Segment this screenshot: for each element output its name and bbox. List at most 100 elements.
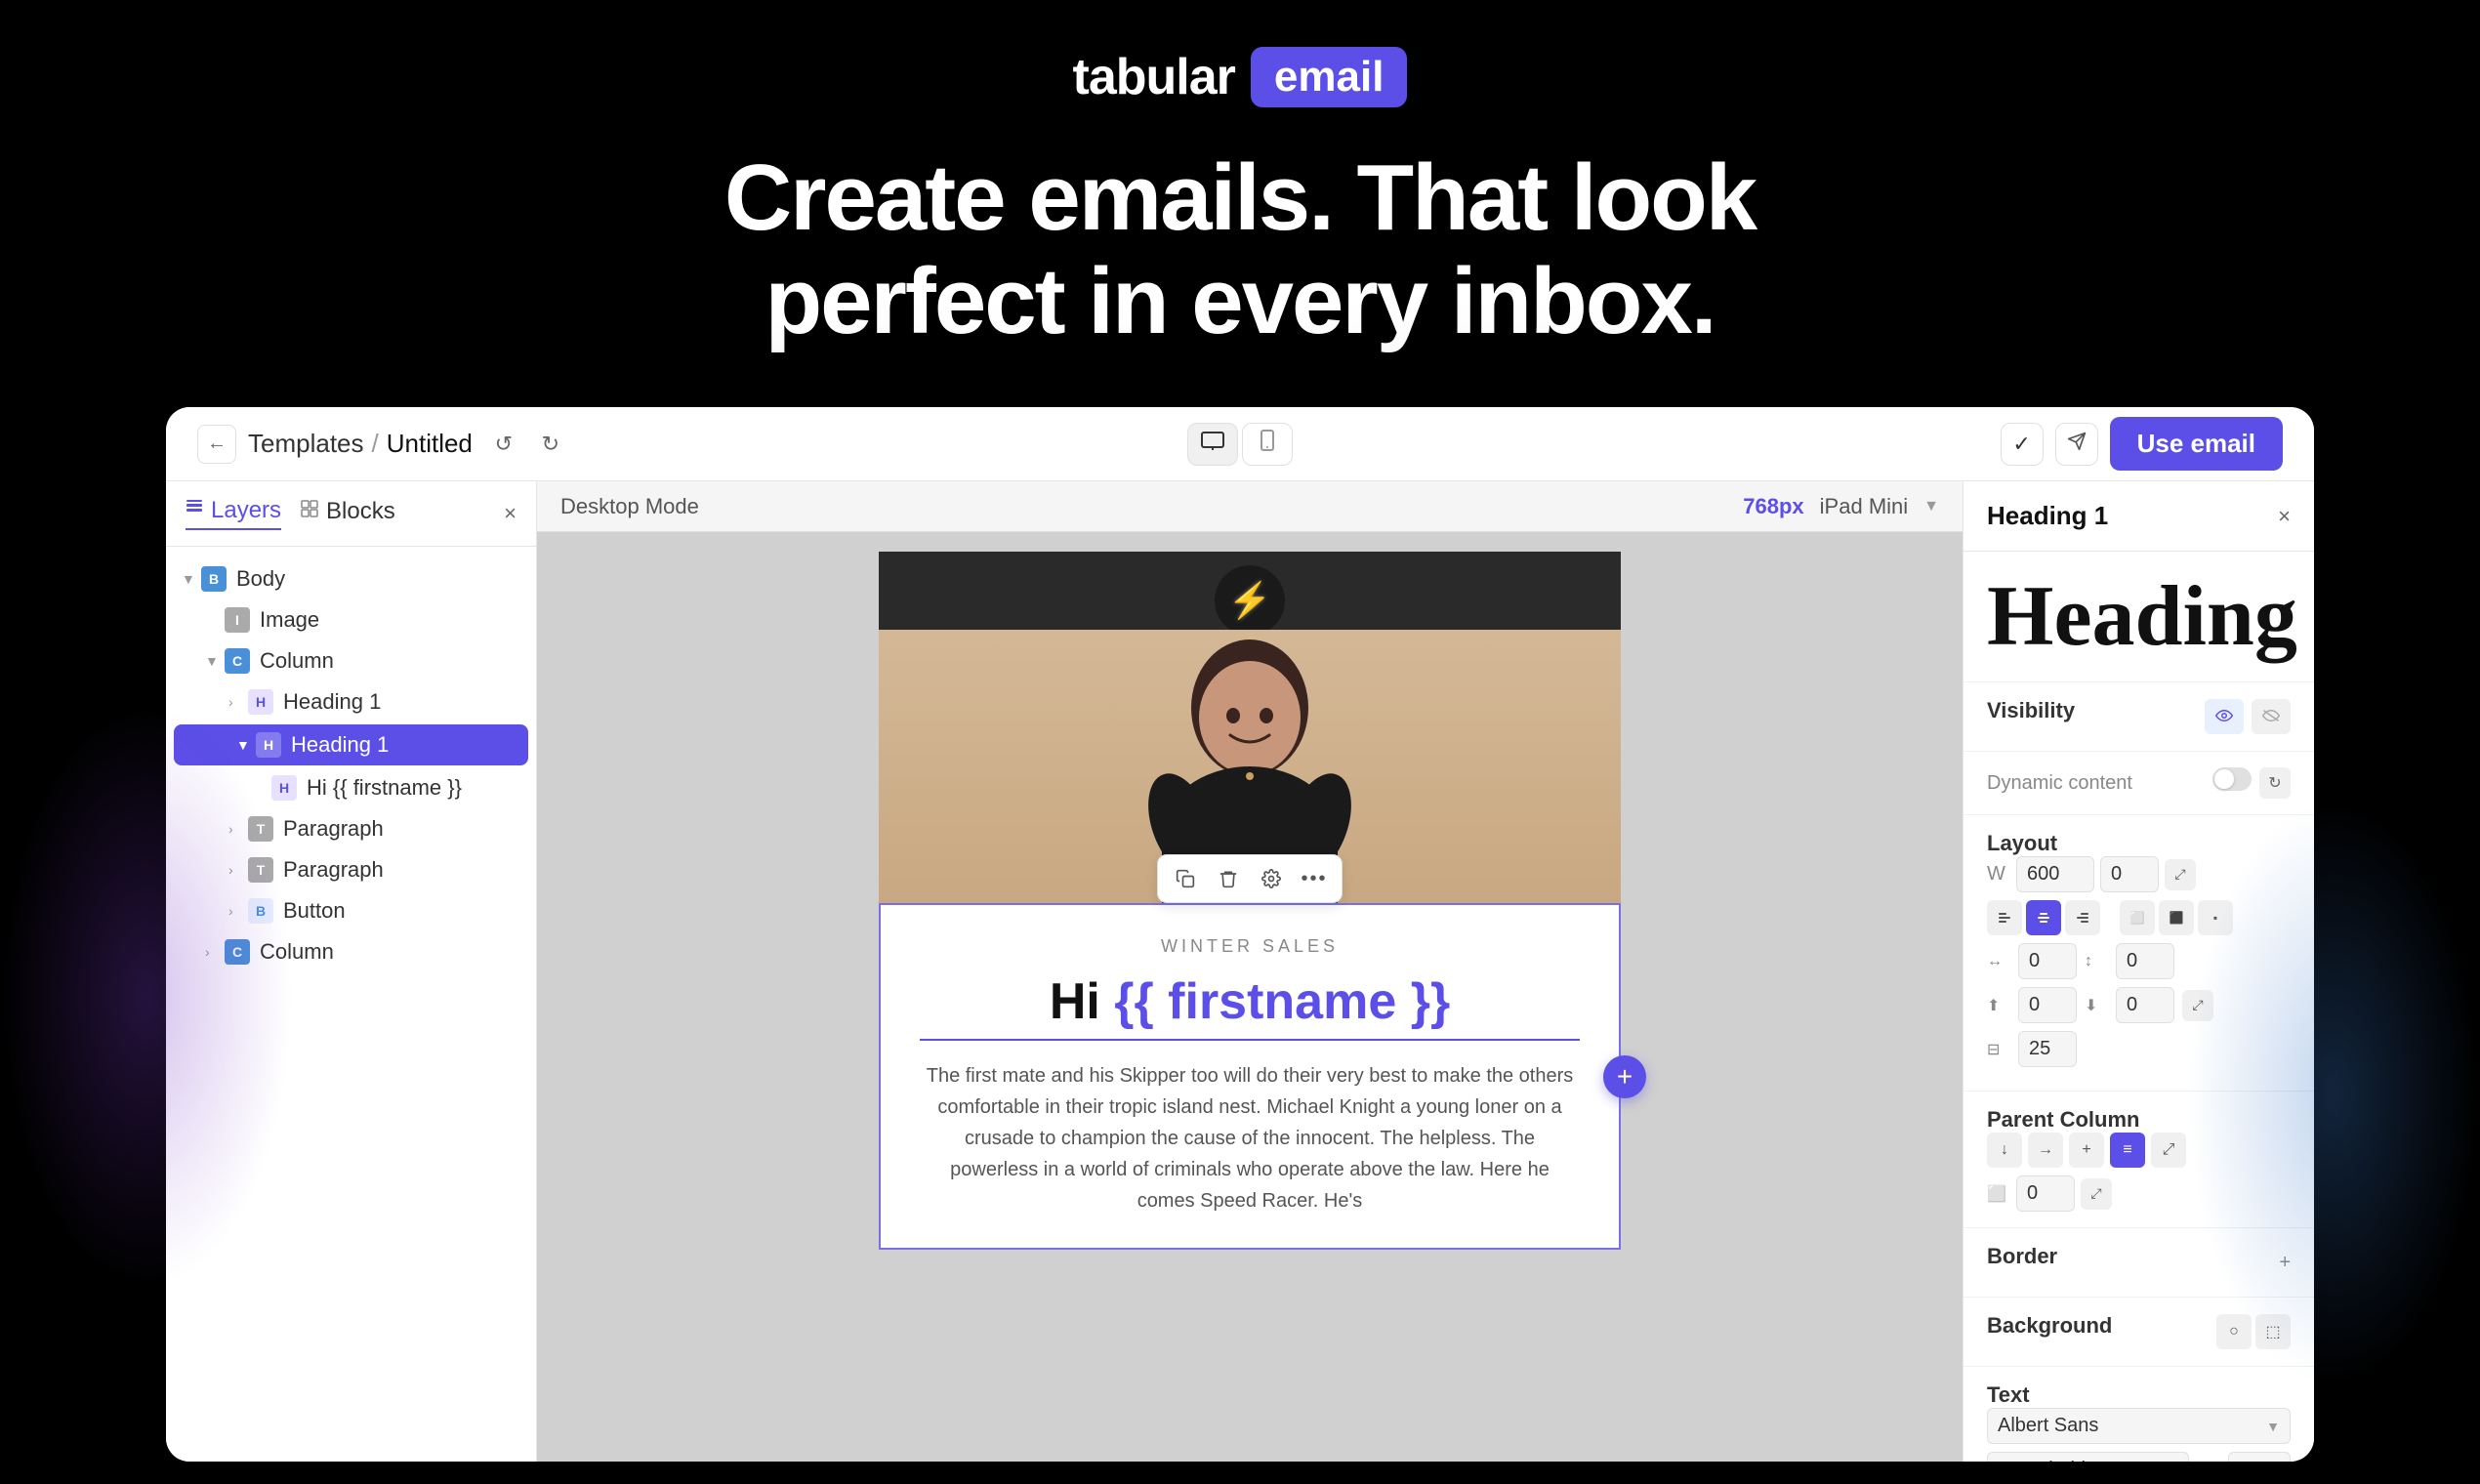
main-content: Layers Blocks × [166,481,2314,1462]
spacing-2-button[interactable]: ⬛ [2159,900,2194,935]
headline-line2: perfect in every inbox. [765,249,1715,353]
corner-input[interactable] [2100,856,2159,892]
settings-toolbar-icon[interactable] [1256,863,1287,894]
layer-item-heading1[interactable]: › H Heading 1 [166,681,536,722]
check-button[interactable]: ✓ [2001,423,2044,466]
parent-right-button[interactable]: → [2028,1133,2063,1168]
layout-label: Layout [1987,831,2057,855]
layer-item-body[interactable]: ▼ B Body [166,558,536,599]
padding-h-input[interactable] [2018,943,2077,979]
border-section: Border + [1963,1228,2314,1298]
corner-inputs [2100,856,2159,892]
blocks-tab-label: Blocks [326,498,395,525]
font-chevron: ▼ [2266,1419,2280,1434]
para1-label: Paragraph [283,816,520,842]
background-section: Background ○ ⬚ [1963,1298,2314,1367]
parent-expand2-button[interactable]: ⤢ [2081,1178,2112,1210]
padding-h-icon: ↔ [1987,953,2010,970]
parent-padding-icon: ⬜ [1987,1184,2010,1204]
visibility-show-button[interactable] [2205,699,2244,734]
dynamic-toggle[interactable] [2212,767,2252,791]
font-size-input[interactable] [2228,1452,2291,1462]
refresh-button[interactable]: ↻ [2259,767,2291,799]
spacing-1-button[interactable]: ⬜ [2120,900,2155,935]
parent-down-button[interactable]: ↓ [1987,1133,2022,1168]
mobile-icon [1261,430,1274,458]
align-right-button[interactable] [2065,900,2100,935]
para1-type-badge: T [248,816,273,842]
column2-type-badge: C [225,939,250,965]
panel-close-button[interactable]: × [504,501,517,526]
padding-top-input[interactable] [2018,987,2077,1023]
expand-layout-button[interactable]: ⤢ [2165,859,2196,890]
send-button[interactable] [2055,423,2098,466]
layer-item-hi-firstname[interactable]: H Hi {{ firstname }} [166,767,536,808]
use-email-button[interactable]: Use email [2110,417,2283,471]
bg-image-button[interactable]: ⬚ [2255,1314,2291,1349]
visibility-hide-button[interactable] [2252,699,2291,734]
mode-label: Desktop Mode [560,494,699,519]
align-center-button[interactable] [2026,900,2061,935]
layer-item-column2[interactable]: › C Column [166,931,536,972]
back-button[interactable]: ← [197,425,236,464]
align-left-button[interactable] [1987,900,2022,935]
layer-item-image[interactable]: I Image [166,599,536,640]
undo-icon: ↺ [495,432,513,457]
eye-off-icon [2262,707,2280,727]
width-input[interactable] [2016,856,2094,892]
undo-button[interactable]: ↺ [484,425,523,464]
title-bar: ← Templates / Untitled ↺ ↻ [166,407,2314,481]
copy-toolbar-icon[interactable] [1170,863,1201,894]
bg-color-button[interactable]: ○ [2216,1314,2252,1349]
tab-blocks[interactable]: Blocks [301,498,395,529]
undo-redo-group: ↺ ↻ [484,425,570,464]
parent-plus-button[interactable]: + [2069,1133,2104,1168]
min-height-input[interactable] [2018,1031,2077,1067]
mobile-device-button[interactable] [1242,423,1293,466]
padding-expand-button[interactable]: ⤢ [2182,990,2213,1021]
layers-tab-label: Layers [211,497,281,524]
delete-toolbar-icon[interactable] [1213,863,1244,894]
layer-item-heading1-selected[interactable]: ▼ H Heading 1 [174,724,528,765]
layer-item-column1[interactable]: ▼ C Column [166,640,536,681]
spacing-3-button[interactable]: ▪ [2198,900,2233,935]
layer-item-button[interactable]: › B Button [166,890,536,931]
padding-bot-input[interactable] [2116,987,2174,1023]
breadcrumb: Templates / Untitled [248,429,473,459]
tab-layers[interactable]: Layers [186,497,281,530]
font-family-select[interactable]: Albert Sans ▼ [1987,1408,2291,1444]
logo-text: tabular [1073,48,1235,106]
redo-button[interactable]: ↻ [531,425,570,464]
left-panel: Layers Blocks × [166,481,537,1462]
add-border-button[interactable]: + [2279,1252,2291,1274]
email-body-text: The first mate and his Skipper too will … [920,1060,1580,1216]
font-weight-select[interactable]: Extra bold ▼ [1987,1452,2189,1462]
app-window: ← Templates / Untitled ↺ ↻ [166,407,2314,1462]
body-chevron: ▼ [182,571,201,587]
parent-column-section: Parent Column ↓ → + ≡ ⤢ ⬜ ⤢ [1963,1092,2314,1228]
padding-v-input[interactable] [2116,943,2174,979]
parent-padding-input[interactable] [2016,1175,2075,1212]
parent-expand-button[interactable]: ⤢ [2151,1133,2186,1168]
border-row: Border + [1987,1244,2291,1281]
desktop-device-button[interactable] [1187,423,1238,466]
right-panel-close-button[interactable]: × [2278,504,2291,529]
dynamic-controls: ↻ [2212,767,2291,799]
add-block-button[interactable]: + [1603,1055,1646,1098]
heading1-chevron: › [228,694,248,710]
layer-item-para2[interactable]: › T Paragraph [166,849,536,890]
visibility-buttons [2205,699,2291,734]
button-type-badge: B [248,898,273,924]
more-toolbar-icon[interactable]: ••• [1299,863,1330,894]
layer-item-para1[interactable]: › T Paragraph [166,808,536,849]
logo-lightning-icon: ⚡ [1228,580,1272,621]
device-chevron: ▼ [1923,498,1939,515]
width-row: W ⤢ [1987,856,2291,892]
breadcrumb-parent[interactable]: Templates [248,429,364,459]
right-panel-header: Heading 1 × [1963,481,2314,552]
blocks-icon [301,500,318,523]
dynamic-content-section: Dynamic content ↻ [1963,752,2314,815]
canvas-viewport: ⚡ [537,532,1963,1462]
send-icon [2067,432,2087,457]
parent-center-button[interactable]: ≡ [2110,1133,2145,1168]
